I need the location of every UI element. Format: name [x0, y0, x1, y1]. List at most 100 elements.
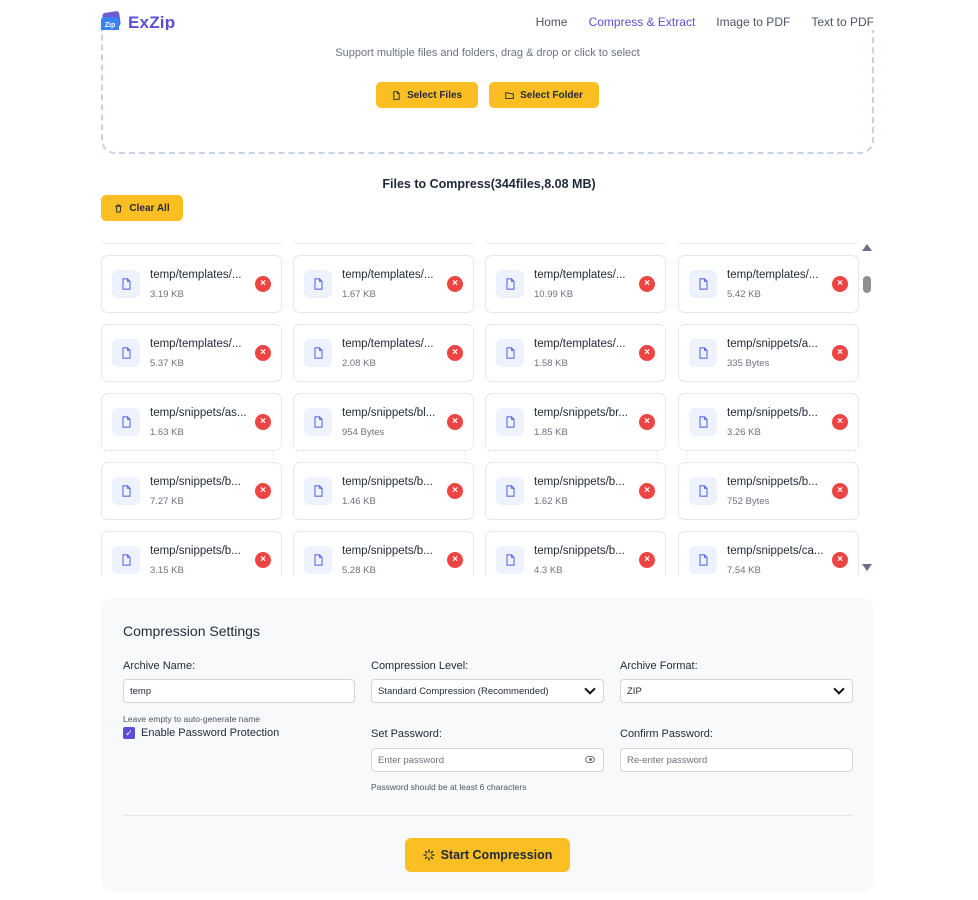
file-size: 5.28 KB — [342, 565, 376, 576]
file-name: temp/templates/... — [534, 338, 626, 350]
confirm-password-label: Confirm Password: — [620, 728, 713, 740]
select-folder-button[interactable]: Select Folder — [489, 82, 599, 108]
file-name: temp/templates/... — [342, 269, 434, 281]
remove-file-icon[interactable]: × — [832, 276, 848, 292]
nav-compress-extract[interactable]: Compress & Extract — [589, 15, 696, 29]
start-compression-button[interactable]: Start Compression — [405, 838, 570, 872]
nav-home[interactable]: Home — [536, 15, 568, 29]
remove-file-icon[interactable]: × — [447, 414, 463, 430]
file-name: temp/snippets/b... — [727, 407, 818, 419]
file-card[interactable]: temp/snippets/b... 3.15 KB × — [101, 531, 282, 576]
confirm-password-placeholder: Re-enter password — [627, 754, 708, 766]
file-card[interactable]: temp/snippets/as... 1.63 KB × — [101, 393, 282, 451]
compression-level-label: Compression Level: — [371, 660, 469, 672]
file-name: temp/snippets/bl... — [342, 407, 436, 419]
set-password-placeholder: Enter password — [378, 754, 445, 766]
chevron-down-icon — [584, 683, 596, 695]
remove-file-icon[interactable]: × — [447, 552, 463, 568]
file-card[interactable]: temp/snippets/b... 4.3 KB × — [485, 531, 666, 576]
remove-file-icon[interactable]: × — [639, 552, 655, 568]
file-size: 5.42 KB — [727, 289, 761, 300]
file-size: 2.08 KB — [342, 358, 376, 369]
remove-file-icon[interactable]: × — [447, 276, 463, 292]
compression-level-select[interactable]: Standard Compression (Recommended) — [371, 679, 604, 703]
file-icon — [112, 477, 140, 505]
file-size: 4.3 KB — [534, 565, 563, 576]
remove-file-icon[interactable]: × — [832, 483, 848, 499]
remove-file-icon[interactable]: × — [639, 345, 655, 361]
file-name: temp/snippets/b... — [534, 545, 625, 557]
remove-file-icon[interactable]: × — [639, 483, 655, 499]
remove-file-icon[interactable]: × — [255, 345, 271, 361]
scroll-down-arrow-icon[interactable] — [862, 564, 872, 571]
file-card[interactable]: temp/snippets/ca... 7.54 KB × — [678, 531, 859, 576]
password-hint: Password should be at least 6 characters — [371, 782, 527, 792]
archive-name-label: Archive Name: — [123, 660, 196, 672]
chevron-down-icon — [833, 683, 845, 695]
file-size: 752 Bytes — [727, 496, 770, 507]
file-card[interactable]: temp/snippets/b... 752 Bytes × — [678, 462, 859, 520]
file-card[interactable]: temp/snippets/bl... 954 Bytes × — [293, 393, 474, 451]
file-size: 5.37 KB — [150, 358, 184, 369]
scrollbar-thumb[interactable] — [863, 276, 871, 293]
file-card[interactable]: temp/snippets/b... 1.46 KB × — [293, 462, 474, 520]
file-card[interactable]: temp/templates/... 5.37 KB × — [101, 324, 282, 382]
file-card[interactable]: temp/snippets/b... 7.27 KB × — [101, 462, 282, 520]
archive-name-input[interactable]: temp — [123, 679, 355, 703]
file-card[interactable]: temp/snippets/b... 3.26 KB × — [678, 393, 859, 451]
select-files-button[interactable]: Select Files — [376, 82, 479, 108]
file-icon — [304, 408, 332, 436]
file-size: 7.27 KB — [150, 496, 184, 507]
archive-format-select[interactable]: ZIP — [620, 679, 853, 703]
file-name: temp/templates/... — [150, 338, 242, 350]
select-files-label: Select Files — [407, 89, 463, 101]
file-card[interactable]: temp/snippets/b... 1.62 KB × — [485, 462, 666, 520]
file-list-scrollbar[interactable] — [862, 244, 872, 574]
file-icon — [393, 90, 400, 100]
file-card[interactable]: temp/snippets/b... 5.28 KB × — [293, 531, 474, 576]
remove-file-icon[interactable]: × — [832, 414, 848, 430]
file-card[interactable]: temp/templates/... 1.58 KB × — [485, 324, 666, 382]
password-protection-checkbox[interactable]: ✓ — [123, 727, 135, 739]
set-password-input[interactable]: Enter password — [371, 748, 604, 772]
eye-icon[interactable] — [585, 756, 595, 763]
file-card[interactable]: temp/templates/... 1.67 KB × — [293, 255, 474, 313]
nav-text-to-pdf[interactable]: Text to PDF — [811, 15, 874, 29]
file-icon — [496, 339, 524, 367]
compression-level-value: Standard Compression (Recommended) — [378, 685, 549, 697]
remove-file-icon[interactable]: × — [447, 345, 463, 361]
file-name: temp/snippets/b... — [727, 476, 818, 488]
password-protection-row[interactable]: ✓ Enable Password Protection — [123, 727, 279, 739]
file-icon — [112, 546, 140, 574]
scroll-up-arrow-icon[interactable] — [862, 244, 872, 251]
confirm-password-input[interactable]: Re-enter password — [620, 748, 853, 772]
file-name: temp/snippets/b... — [150, 476, 241, 488]
remove-file-icon[interactable]: × — [255, 414, 271, 430]
file-icon — [112, 270, 140, 298]
remove-file-icon[interactable]: × — [832, 552, 848, 568]
file-icon — [304, 477, 332, 505]
file-list[interactable]: temp/templates/... 3.19 KB × temp/templates… — [101, 241, 873, 576]
remove-file-icon[interactable]: × — [832, 345, 848, 361]
file-card[interactable]: temp/templates/... 10.99 KB × — [485, 255, 666, 313]
file-size: 10.99 KB — [534, 289, 574, 300]
remove-file-icon[interactable]: × — [447, 483, 463, 499]
file-card[interactable]: temp/templates/... 5.42 KB × — [678, 255, 859, 313]
file-name: temp/snippets/ca... — [727, 545, 824, 557]
remove-file-icon[interactable]: × — [255, 276, 271, 292]
remove-file-icon[interactable]: × — [255, 552, 271, 568]
file-name: temp/snippets/b... — [150, 545, 241, 557]
nav-image-to-pdf[interactable]: Image to PDF — [716, 15, 790, 29]
file-card[interactable]: temp/templates/... 3.19 KB × — [101, 255, 282, 313]
remove-file-icon[interactable]: × — [639, 276, 655, 292]
file-dropzone[interactable]: Support multiple files and folders, drag… — [101, 30, 874, 154]
remove-file-icon[interactable]: × — [639, 414, 655, 430]
dropzone-hint: Support multiple files and folders, drag… — [335, 47, 640, 59]
clear-all-button[interactable]: Clear All — [101, 195, 183, 221]
remove-file-icon[interactable]: × — [255, 483, 271, 499]
file-card[interactable]: temp/templates/... 2.08 KB × — [293, 324, 474, 382]
file-icon — [304, 339, 332, 367]
file-card[interactable]: temp/snippets/br... 1.85 KB × — [485, 393, 666, 451]
file-card[interactable]: temp/snippets/a... 335 Bytes × — [678, 324, 859, 382]
file-name: temp/snippets/b... — [534, 476, 625, 488]
